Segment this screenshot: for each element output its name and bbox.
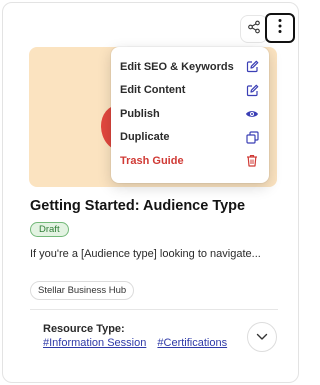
menu-item-publish[interactable]: Publish [111,102,269,126]
hub-chip[interactable]: Stellar Business Hub [30,281,135,300]
resource-type-label: Resource Type: [43,323,125,335]
trash-icon [245,154,259,168]
card-title[interactable]: Getting Started: Audience Type [30,198,245,214]
eye-icon [245,107,259,121]
divider [30,309,278,310]
more-vertical-icon [277,18,283,39]
status-badge: Draft [30,222,69,237]
menu-item-label: Duplicate [120,131,170,144]
resource-tags: #Information Session #Certifications [43,337,238,349]
guide-card: Edit SEO & Keywords Edit Content Publish [2,2,299,383]
menu-item-label: Publish [120,107,160,120]
share-button[interactable] [240,15,268,43]
tag-link[interactable]: #Certifications [157,337,227,349]
menu-item-label: Edit Content [120,84,186,97]
card-description: If you're a [Audience type] looking to n… [30,248,261,260]
expand-button[interactable] [247,322,277,352]
menu-item-edit-content[interactable]: Edit Content [111,79,269,103]
menu-item-trash[interactable]: Trash Guide [111,149,269,173]
options-menu: Edit SEO & Keywords Edit Content Publish [111,47,269,183]
menu-item-label: Trash Guide [120,154,184,167]
share-icon [247,20,261,39]
tag-link[interactable]: #Information Session [43,337,146,349]
edit-icon [245,60,259,74]
duplicate-icon [245,130,259,144]
edit-icon [245,83,259,97]
menu-item-duplicate[interactable]: Duplicate [111,126,269,150]
more-options-button[interactable] [265,13,295,43]
chevron-down-icon [256,328,268,346]
menu-item-label: Edit SEO & Keywords [120,60,234,73]
menu-item-edit-seo[interactable]: Edit SEO & Keywords [111,55,269,79]
